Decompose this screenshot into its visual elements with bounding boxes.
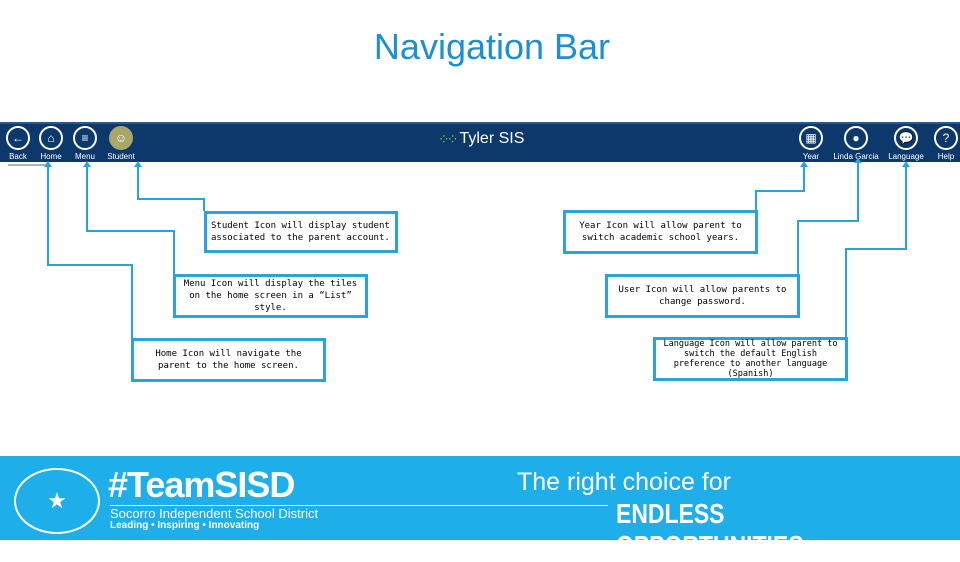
tagline-line1: The right choice for [517, 468, 731, 496]
arrow-up-icon [902, 161, 910, 167]
arrow-up-icon [44, 161, 52, 167]
district-name: Socorro Independent School District [110, 506, 319, 521]
menu-callout: Menu Icon will display the tiles on the … [173, 274, 368, 318]
student-callout: Student Icon will display student associ… [204, 211, 398, 253]
student-connector [137, 166, 205, 211]
arrow-up-icon [854, 158, 862, 163]
year-callout: Year Icon will allow parent to switch ac… [563, 210, 758, 254]
year-connector [755, 166, 805, 211]
district-seal-icon: ★ [14, 468, 100, 534]
language-connector [845, 166, 907, 338]
arrow-up-icon [134, 161, 142, 167]
motto: Leading • Inspiring • Innovating [110, 520, 260, 531]
user-callout: User Icon will allow parents to change p… [605, 274, 800, 318]
menu-connector [86, 166, 175, 275]
arrow-up-icon [83, 161, 91, 167]
home-callout: Home Icon will navigate the parent to th… [131, 338, 326, 382]
tagline-line2: ENDLESS OPPORTUNITIES. [616, 498, 810, 561]
hashtag: #TeamSISD [108, 464, 295, 505]
language-callout: Language Icon will allow parent to switc… [653, 337, 848, 381]
callout-connectors [8, 158, 910, 338]
home-connector [47, 166, 133, 338]
arrow-up-icon [800, 161, 808, 167]
user-connector [797, 162, 859, 275]
footer-banner: ★ #TeamSISD Socorro Independent School D… [0, 456, 960, 561]
